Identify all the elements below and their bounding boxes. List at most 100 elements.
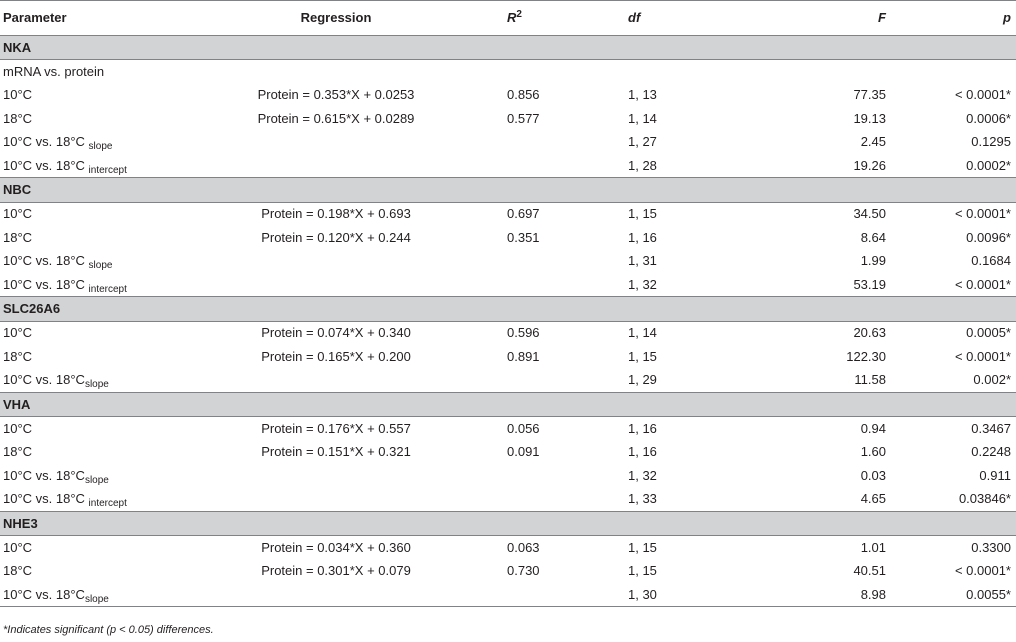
header-df: df bbox=[608, 0, 756, 36]
section-label: NHE3 bbox=[0, 510, 1016, 537]
header-f-label: F bbox=[878, 10, 886, 25]
cell-regression bbox=[196, 487, 476, 511]
cell-r-squared bbox=[476, 487, 608, 511]
table-row: 10°C vs. 18°C intercept 1, 32 53.19 < 0.000… bbox=[0, 273, 1016, 297]
cell-r-squared bbox=[476, 464, 608, 487]
cell-f: 11.58 bbox=[854, 372, 886, 388]
table-row: 10°C Protein = 0.176*X + 0.557 0.056 1, 16 0… bbox=[0, 417, 1016, 441]
cell-r-squared: 0.063 bbox=[507, 539, 540, 555]
cell-regression bbox=[196, 131, 476, 154]
cell-parameter: 10°C vs. 18°C slope bbox=[0, 131, 196, 154]
cell-df: 1, 28 bbox=[628, 157, 657, 173]
cell-p: 0.0002* bbox=[966, 157, 1011, 173]
section-row: VHA bbox=[0, 391, 1016, 418]
table-row: 10°C vs. 18°Cslope 1, 29 11.58 0.002* bbox=[0, 368, 1016, 392]
cell-r-squared: 0.891 bbox=[507, 348, 540, 364]
cell-f: 77.35 bbox=[853, 87, 886, 103]
cell-p: 0.0005* bbox=[966, 325, 1011, 341]
table-row: 10°C vs. 18°C slope 1, 27 2.45 0.1295 bbox=[0, 131, 1016, 154]
table-row: 10°C Protein = 0.353*X + 0.0253 0.856 1, 13… bbox=[0, 84, 1016, 107]
cell-parameter: 10°C bbox=[0, 202, 196, 226]
parameter-subscript: slope bbox=[88, 260, 113, 272]
cell-p: 0.0055* bbox=[886, 582, 1016, 608]
cell-f: 4.65 bbox=[860, 491, 886, 507]
cell-r-squared: 0.856 bbox=[507, 87, 540, 103]
cell-p: < 0.0001* bbox=[954, 276, 1011, 292]
parameter-subscript: intercept bbox=[88, 283, 127, 295]
header-regression: Regression bbox=[196, 0, 476, 36]
cell-regression: Protein = 0.198*X + 0.693 bbox=[261, 206, 411, 222]
footnote: *Indicates significant (p < 0.05) differ… bbox=[3, 624, 214, 636]
cell-p: 0.1295 bbox=[971, 134, 1011, 150]
section-label: NBC bbox=[0, 177, 1016, 203]
cell-f: 20.63 bbox=[853, 325, 886, 341]
cell-regression bbox=[196, 582, 476, 608]
cell-regression bbox=[196, 464, 476, 487]
header-r-squared-exponent: 2 bbox=[516, 9, 522, 20]
header-p: p bbox=[886, 0, 1016, 36]
cell-f: 40.51 bbox=[853, 563, 886, 579]
cell-df: 1, 33 bbox=[628, 491, 657, 507]
cell-f: 0.03 bbox=[860, 467, 886, 483]
cell-r-squared: 0.730 bbox=[507, 563, 540, 579]
cell-r-squared bbox=[476, 131, 608, 154]
section-label: VHA bbox=[0, 391, 1016, 418]
cell-df: 1, 30 bbox=[608, 582, 756, 608]
cell-parameter: 10°C vs. 18°Cslope bbox=[0, 368, 196, 392]
table-row: 10°C vs. 18°Cslope 1, 32 0.03 0.911 bbox=[0, 464, 1016, 487]
table-row: 18°C Protein = 0.151*X + 0.321 0.091 1, 16 1… bbox=[0, 441, 1016, 464]
cell-parameter: 10°C vs. 18°Cslope bbox=[0, 582, 196, 608]
header-df-label: df bbox=[628, 10, 641, 25]
table-body: NKA mRNA vs. protein 10°C Protein = 0.353*X… bbox=[0, 34, 1016, 608]
section-row: NKA bbox=[0, 34, 1016, 61]
cell-f: 2.45 bbox=[860, 134, 886, 150]
parameter-subscript: slope bbox=[88, 141, 113, 153]
cell-p: < 0.0001* bbox=[954, 87, 1011, 103]
cell-parameter: 10°C bbox=[0, 321, 196, 345]
parameter-text: 18°C bbox=[3, 110, 33, 126]
cell-df: 1, 27 bbox=[628, 134, 657, 150]
parameter-subscript: intercept bbox=[88, 164, 127, 176]
parameter-text: 10°C vs. 18°C bbox=[3, 157, 89, 173]
parameter-subscript: slope bbox=[84, 379, 109, 391]
cell-parameter: 10°C vs. 18°C intercept bbox=[0, 154, 196, 178]
parameter-text: 10°C vs. 18°C bbox=[3, 467, 85, 483]
cell-f: 19.13 bbox=[853, 110, 886, 126]
cell-p: 0.3467 bbox=[971, 420, 1011, 436]
cell-df: 1, 15 bbox=[628, 563, 657, 579]
header-r-squared-base: R bbox=[507, 10, 517, 25]
cell-regression: Protein = 0.165*X + 0.200 bbox=[261, 348, 411, 364]
cell-df: 1, 14 bbox=[628, 325, 657, 341]
cell-r-squared: 0.351 bbox=[507, 229, 540, 245]
parameter-text: 10°C vs. 18°C bbox=[3, 276, 89, 292]
cell-parameter: 10°C vs. 18°C intercept bbox=[0, 273, 196, 297]
cell-f: 8.98 bbox=[756, 582, 886, 608]
cell-parameter: 10°C bbox=[0, 536, 196, 560]
parameter-text: 10°C vs. 18°C bbox=[3, 253, 89, 269]
cell-r-squared bbox=[476, 273, 608, 297]
cell-p: < 0.0001* bbox=[954, 563, 1011, 579]
cell-parameter: 10°C vs. 18°Cslope bbox=[0, 464, 196, 487]
cell-p: 0.911 bbox=[979, 467, 1011, 483]
cell-df: 1, 16 bbox=[628, 229, 657, 245]
section-row: SLC26A6 bbox=[0, 296, 1016, 322]
cell-p: 0.0006* bbox=[966, 110, 1011, 126]
parameter-subscript: intercept bbox=[88, 498, 127, 510]
table-row: 10°C vs. 18°Cslope 1, 30 8.98 0.0055* bbox=[0, 582, 1016, 608]
cell-f: 122.30 bbox=[846, 348, 886, 364]
table-row: 10°C Protein = 0.074*X + 0.340 0.596 1, 14 2… bbox=[0, 321, 1016, 345]
cell-r-squared: 0.577 bbox=[507, 110, 540, 126]
cell-p: 0.1684 bbox=[971, 253, 1011, 269]
cell-regression: Protein = 0.615*X + 0.0289 bbox=[257, 110, 415, 126]
parameter-text: 18°C bbox=[3, 229, 33, 245]
cell-parameter: 18°C bbox=[0, 441, 196, 464]
cell-r-squared bbox=[476, 250, 608, 273]
cell-p: 0.3300 bbox=[971, 539, 1011, 555]
cell-r-squared bbox=[476, 582, 608, 608]
subheading-label: mRNA vs. protein bbox=[3, 64, 105, 80]
table-row: 10°C vs. 18°C slope 1, 31 1.99 0.1684 bbox=[0, 250, 1016, 273]
cell-p: 0.0096* bbox=[966, 229, 1011, 245]
parameter-text: 18°C bbox=[3, 348, 33, 364]
cell-parameter: 10°C bbox=[0, 417, 196, 441]
cell-regression: Protein = 0.176*X + 0.557 bbox=[261, 420, 411, 436]
